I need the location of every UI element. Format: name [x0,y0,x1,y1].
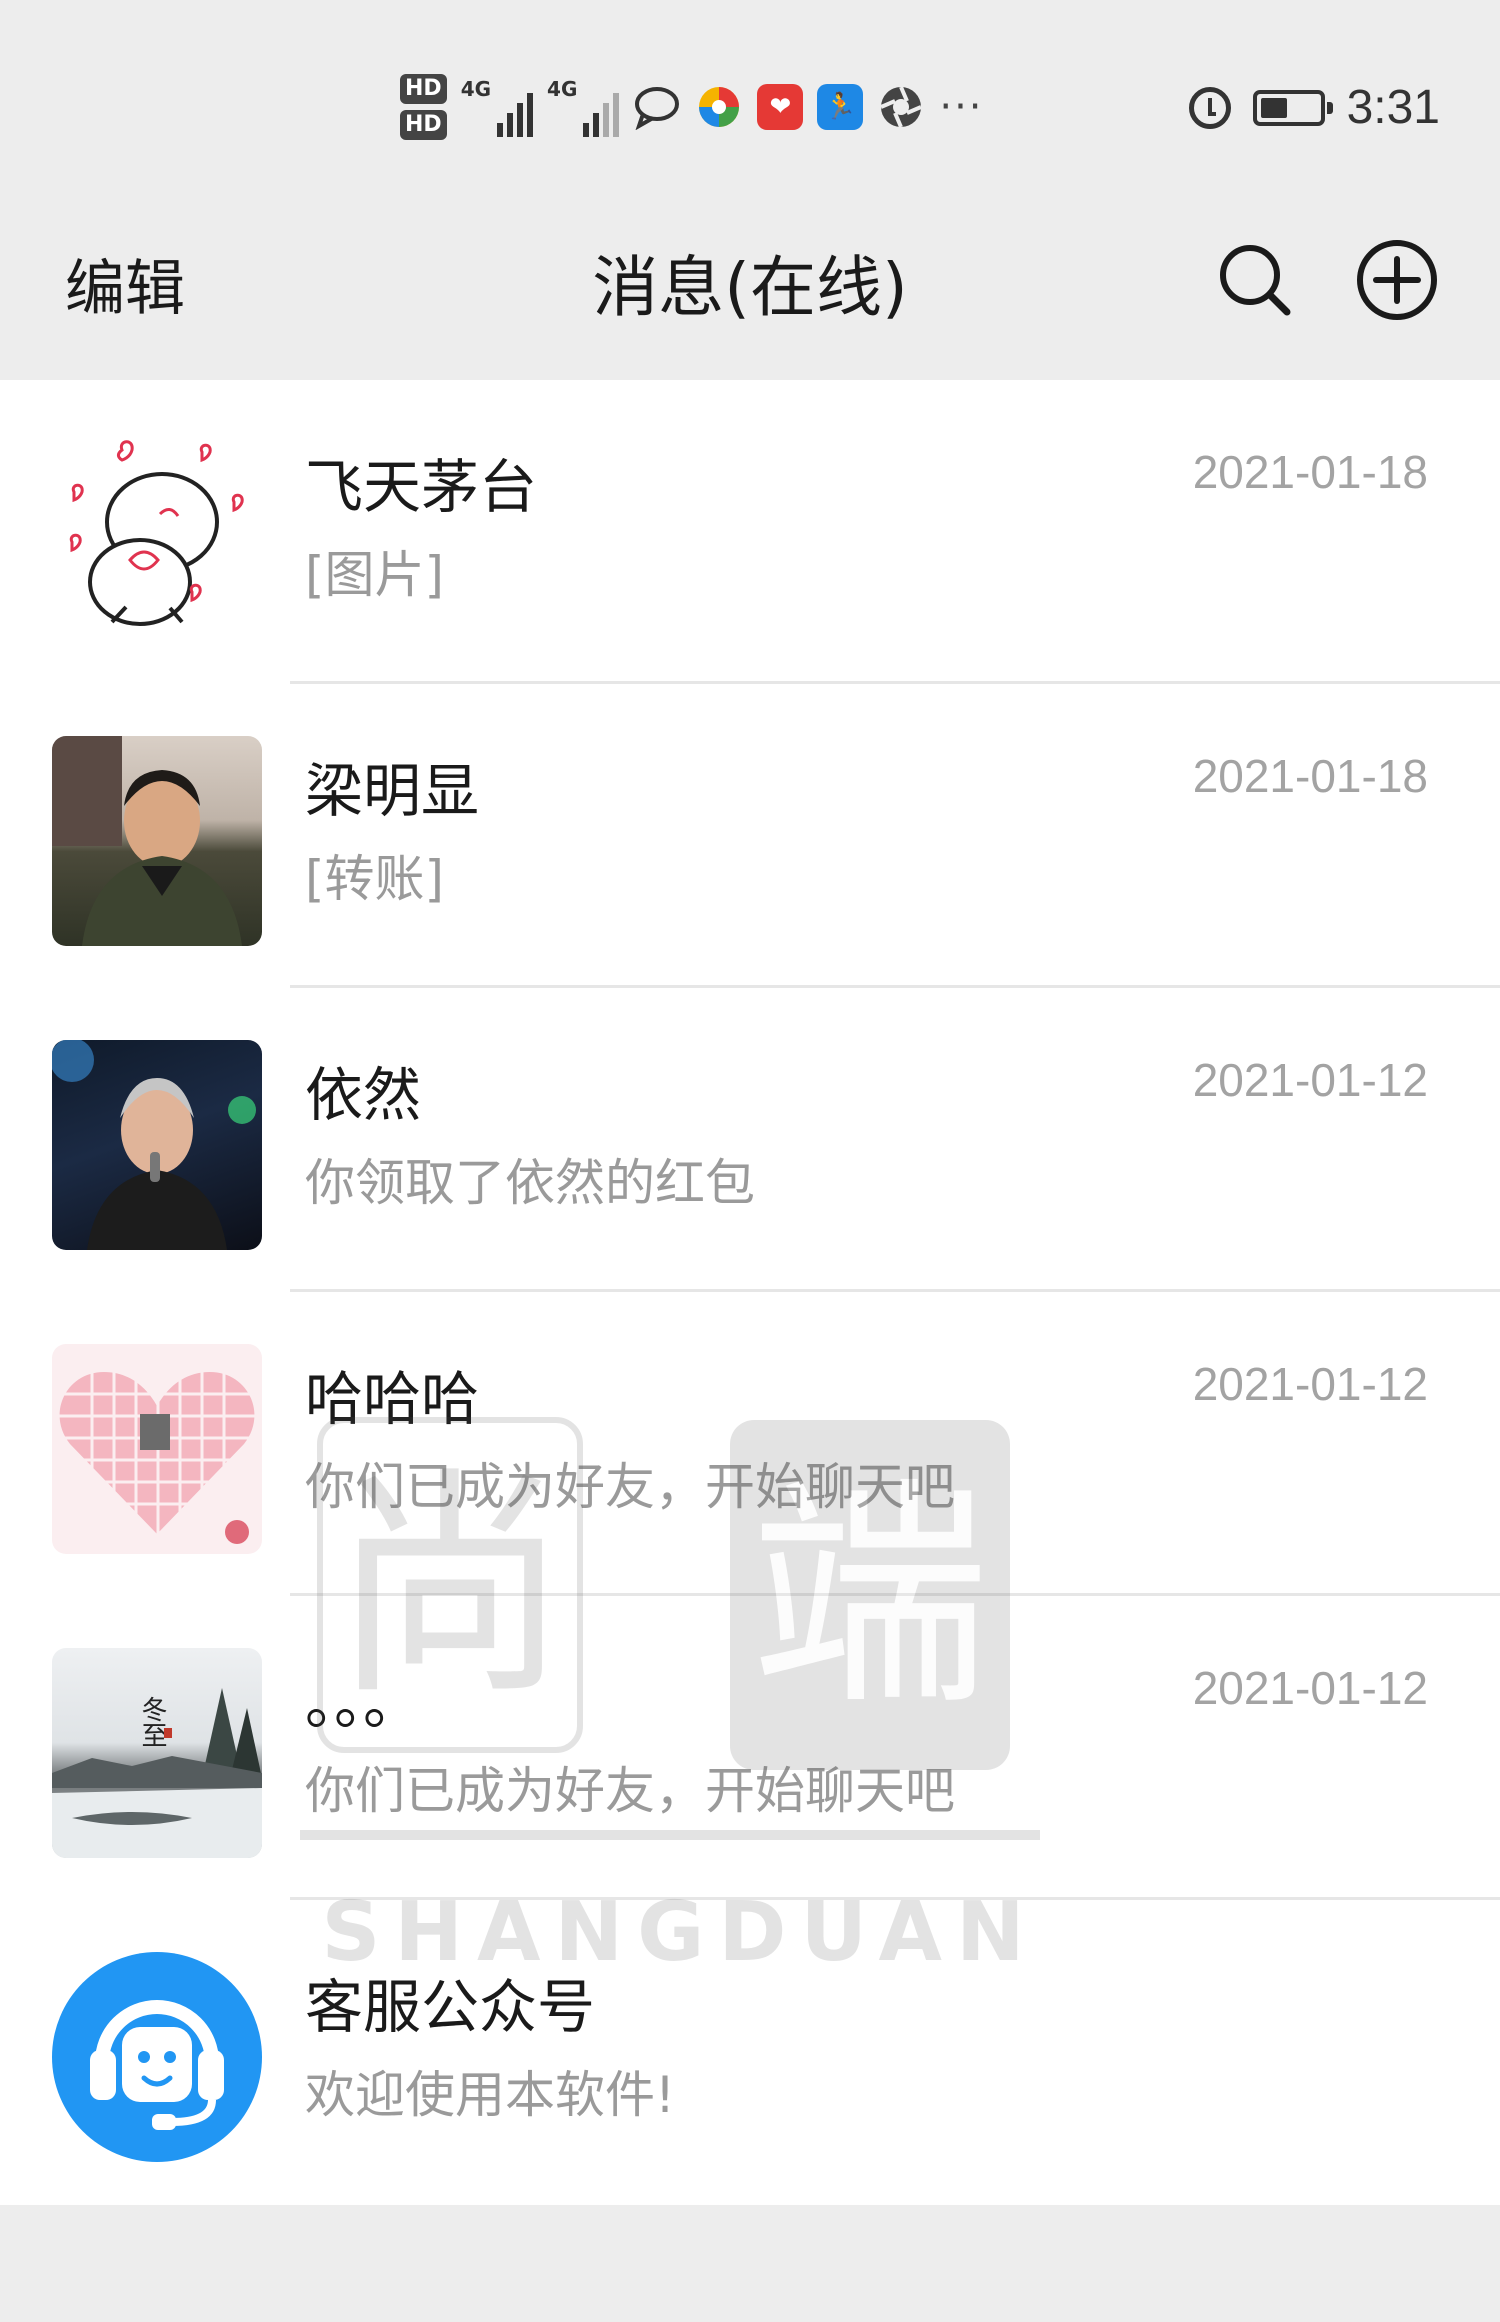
customer-service-icon [90,2000,224,2130]
search-button[interactable] [1210,235,1300,325]
running-app-icon: 🏃 [817,84,864,130]
status-icons: HD HD 4G 4G ❤ 🏃 ··· [400,62,984,152]
avatar: 冬至 [52,1648,262,1858]
conversation-date: 2021-01-18 [1192,750,1428,802]
conversation-date: 2021-01-18 [1192,446,1428,498]
hd-indicators: HD HD [400,74,447,140]
sim1-hd-badge: HD [400,74,447,104]
clock: 3:31 [1346,81,1440,134]
battery-icon [1252,89,1333,126]
search-icon [1220,245,1291,316]
conversation-date: 2021-01-12 [1192,1054,1428,1106]
plus-circle-icon [1357,240,1437,320]
signal-icon-2: 4G [547,77,620,137]
status-bar: HD HD 4G 4G ❤ 🏃 ··· 3:31 [0,0,1500,190]
conversation-preview: 你们已成为好友，开始聊天吧 [305,1762,955,1820]
singer-photo-icon [52,1040,256,1250]
conversation-preview: 你领取了依然的红包 [305,1154,755,1212]
list-item[interactable]: 依然 你领取了依然的红包 2021-01-12 [0,988,1500,1292]
avatar [52,1344,262,1554]
conversation-name: 依然 [305,1061,422,1129]
conversation-name: 梁明显 [305,757,480,825]
more-notifications-icon: ··· [939,84,984,130]
conversation-date: 2021-01-12 [1192,1662,1428,1714]
conversation-preview: [转账] [305,850,445,908]
conversation-preview: 你们已成为好友，开始聊天吧 [305,1458,955,1516]
cartoon-avatar-icon [69,440,244,626]
aperture-icon [880,86,923,128]
list-item[interactable]: 客服公众号 欢迎使用本软件! [0,1900,1500,2204]
person-photo-icon [52,736,242,946]
avatar [52,432,262,642]
alarm-icon [1188,86,1231,129]
conversation-name: 客服公众号 [305,1973,596,2041]
network1-label: 4G [460,77,492,101]
conversation-date: 2021-01-12 [1192,1358,1428,1410]
status-right: 3:31 [1188,80,1440,135]
heart-app-icon: ❤ [757,84,804,130]
colorful-app-icon [699,87,740,127]
network2-label: 4G [547,77,578,101]
conversation-name: 飞天茅台 [305,453,538,521]
list-item[interactable]: 哈哈哈 你们已成为好友，开始聊天吧 2021-01-12 [0,1292,1500,1596]
conversation-list: 飞天茅台 [图片] 2021-01-18 梁明显 [转账] 2021-01-18 [0,380,1500,2205]
nav-header: 编辑 消息(在线) [0,190,1500,380]
pink-heart-icon [52,1344,262,1554]
chat-bubble-icon [635,87,680,130]
list-item[interactable]: 梁明显 [转账] 2021-01-18 [0,684,1500,988]
avatar [52,1952,262,2162]
conversation-name: 哈哈哈 [305,1365,480,1433]
list-item[interactable]: 冬至 。。。 你们已成为好友，开始聊天吧 2021-01-12 [0,1596,1500,1900]
conversation-preview: 欢迎使用本软件! [305,2066,676,2124]
sim2-hd-badge: HD [400,110,447,140]
list-item[interactable]: 飞天茅台 [图片] 2021-01-18 [0,380,1500,684]
conversation-name: 。。。 [305,1669,422,1737]
conversation-preview: [图片] [305,546,445,604]
add-button[interactable] [1352,235,1442,325]
winter-solstice-label: 冬至 [137,1696,167,1748]
avatar [52,736,262,946]
winter-landscape-icon: 冬至 [52,1688,262,1858]
signal-icon: 4G [460,77,534,137]
avatar [52,1040,262,1250]
